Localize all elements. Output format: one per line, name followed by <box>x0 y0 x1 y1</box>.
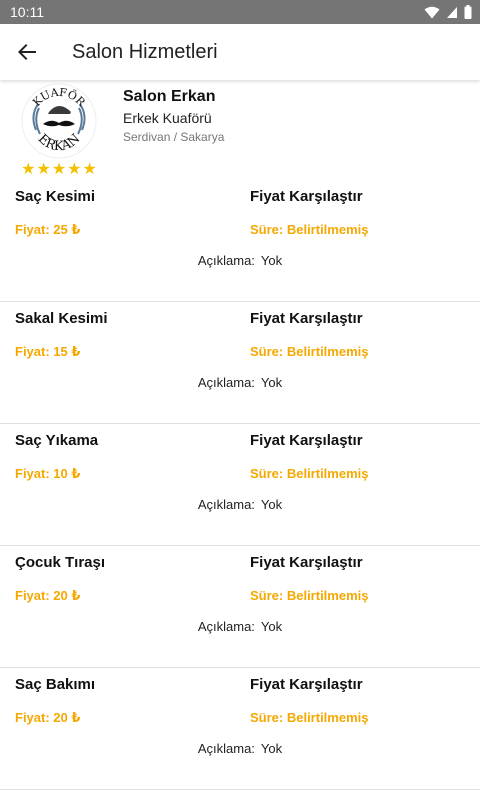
star-icon: ★ <box>82 161 97 178</box>
description-label: Açıklama: <box>197 253 255 268</box>
salon-info: Salon Erkan Erkek Kuaförü Serdivan / Sak… <box>123 82 224 180</box>
service-name: Sakal Kesimi <box>15 310 108 327</box>
service-description: Açıklama: Yok <box>0 619 480 634</box>
rating-stars: ★ ★ ★ ★ ★ <box>21 162 97 178</box>
app-bar: Salon Hizmetleri <box>0 24 480 80</box>
star-icon: ★ <box>67 161 82 178</box>
signal-icon <box>447 6 457 18</box>
compare-price-button[interactable]: Fiyat Karşılaştır <box>250 676 363 693</box>
description-value: Yok <box>260 253 283 268</box>
description-label: Açıklama: <box>197 497 255 512</box>
description-value: Yok <box>260 375 283 390</box>
compare-price-button[interactable]: Fiyat Karşılaştır <box>250 554 363 571</box>
salon-logo: KUAFÖR ERKAN <box>21 83 97 159</box>
service-duration: Süre: Belirtilmemiş <box>250 710 369 725</box>
arrow-left-icon <box>18 44 36 60</box>
description-label: Açıklama: <box>197 375 255 390</box>
service-price: Fiyat: 25 ₺ <box>15 222 81 237</box>
status-bar: 10:11 <box>0 0 480 24</box>
compare-price-button[interactable]: Fiyat Karşılaştır <box>250 310 363 327</box>
service-name: Saç Kesimi <box>15 188 96 205</box>
description-label: Açıklama: <box>197 619 255 634</box>
service-duration: Süre: Belirtilmemiş <box>250 466 369 481</box>
service-duration: Süre: Belirtilmemiş <box>250 588 369 603</box>
description-value: Yok <box>260 497 283 512</box>
battery-icon <box>464 5 472 19</box>
salon-type: Erkek Kuaförü <box>123 110 212 126</box>
service-price: Fiyat: 10 ₺ <box>15 466 81 481</box>
service-duration: Süre: Belirtilmemiş <box>250 222 369 237</box>
service-list: Saç Kesimi Fiyat Karşılaştır Fiyat: 25 ₺ Sü… <box>0 180 480 790</box>
description-label: Açıklama: <box>197 741 255 756</box>
wifi-icon <box>424 6 440 18</box>
page-title: Salon Hizmetleri <box>72 40 218 63</box>
status-icons <box>424 5 472 19</box>
service-name: Saç Bakımı <box>15 676 96 693</box>
service-row[interactable]: Çocuk Tıraşı Fiyat Karşılaştır Fiyat: 20 ₺… <box>0 546 480 668</box>
service-description: Açıklama: Yok <box>0 253 480 268</box>
salon-name: Salon Erkan <box>123 88 216 105</box>
service-price: Fiyat: 20 ₺ <box>15 710 81 725</box>
service-row[interactable]: Saç Yıkama Fiyat Karşılaştır Fiyat: 10 ₺ Sü… <box>0 424 480 546</box>
service-row[interactable]: Saç Kesimi Fiyat Karşılaştır Fiyat: 25 ₺ Sü… <box>0 180 480 302</box>
service-duration: Süre: Belirtilmemiş <box>250 344 369 359</box>
service-row[interactable]: Sakal Kesimi Fiyat Karşılaştır Fiyat: 15 ₺… <box>0 302 480 424</box>
service-description: Açıklama: Yok <box>0 375 480 390</box>
salon-location: Serdivan / Sakarya <box>123 130 225 144</box>
service-row[interactable]: Saç Bakımı Fiyat Karşılaştır Fiyat: 20 ₺ Sü… <box>0 668 480 790</box>
description-value: Yok <box>260 741 283 756</box>
service-description: Açıklama: Yok <box>0 497 480 512</box>
service-name: Çocuk Tıraşı <box>15 554 106 571</box>
service-price: Fiyat: 15 ₺ <box>15 344 81 359</box>
back-button[interactable] <box>0 24 54 80</box>
salon-logo-container: KUAFÖR ERKAN ★ ★ ★ ★ ★ <box>18 82 100 180</box>
star-icon: ★ <box>21 161 36 178</box>
compare-price-button[interactable]: Fiyat Karşılaştır <box>250 432 363 449</box>
service-description: Açıklama: Yok <box>0 741 480 756</box>
service-price: Fiyat: 20 ₺ <box>15 588 81 603</box>
status-time: 10:11 <box>10 4 44 20</box>
salon-header: KUAFÖR ERKAN ★ ★ ★ ★ ★ Salon Erkan Erkek Kua… <box>0 80 480 180</box>
compare-price-button[interactable]: Fiyat Karşılaştır <box>250 188 363 205</box>
star-icon: ★ <box>51 161 67 178</box>
description-value: Yok <box>260 619 283 634</box>
service-name: Saç Yıkama <box>15 432 99 449</box>
star-icon: ★ <box>36 161 51 178</box>
